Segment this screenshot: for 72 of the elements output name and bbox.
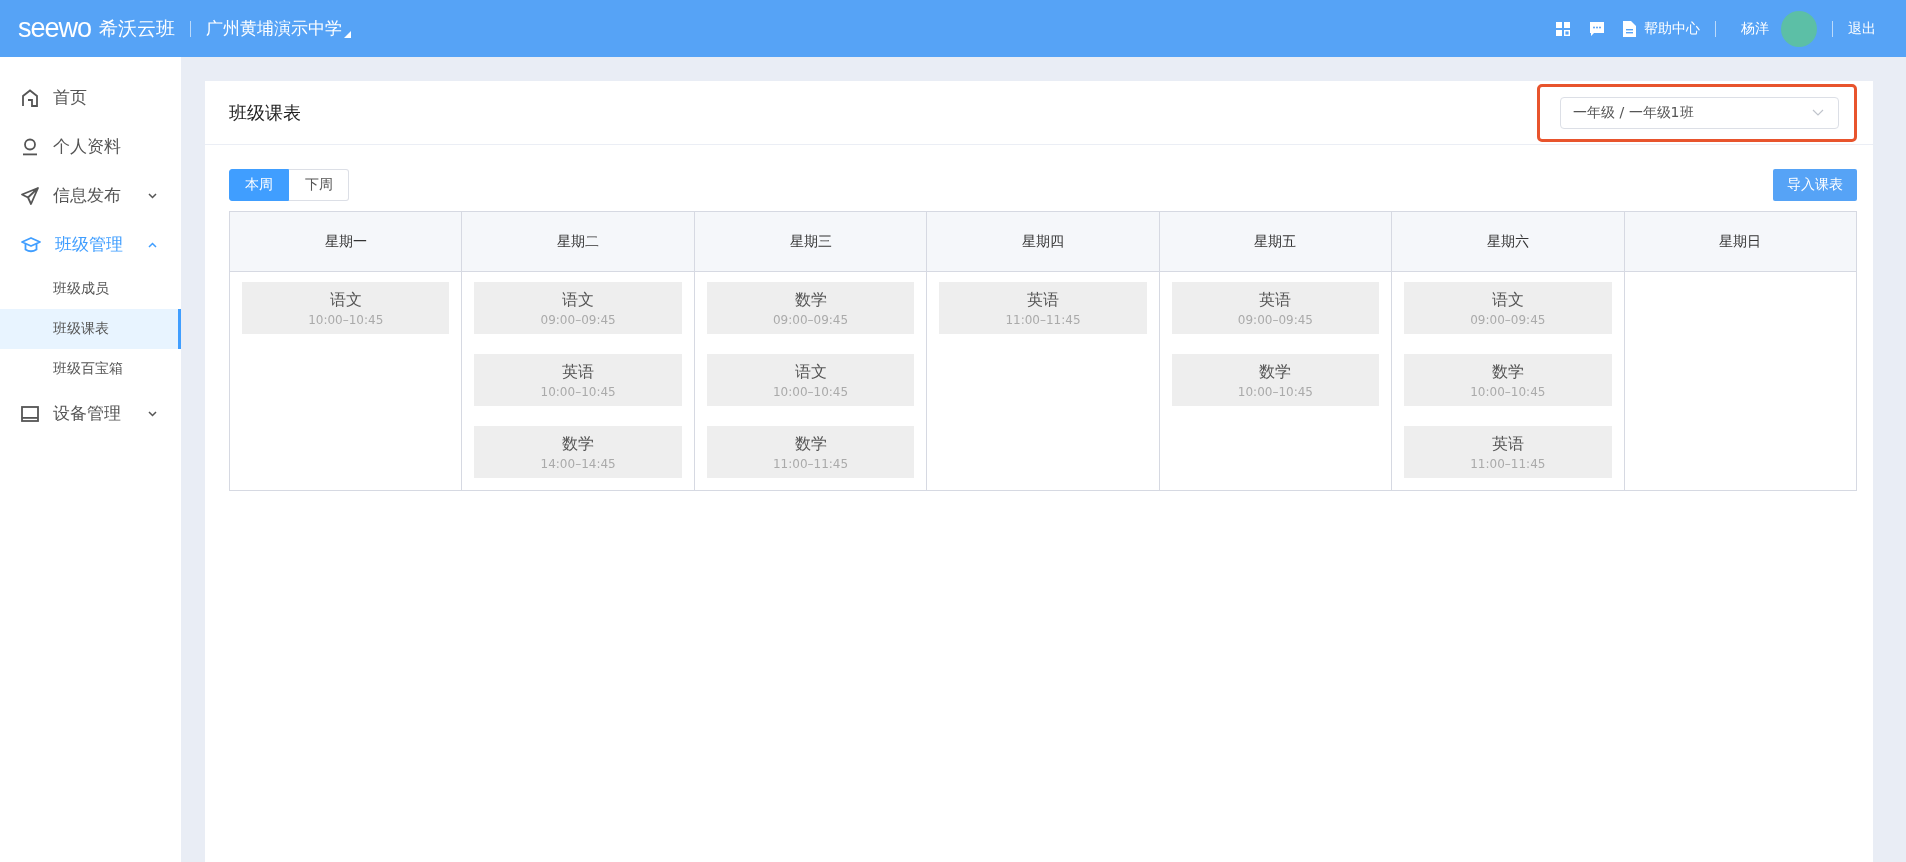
user-icon xyxy=(21,137,39,156)
sidebar-item[interactable]: 设备管理 xyxy=(0,389,181,438)
lesson-subject: 语文 xyxy=(329,289,362,311)
sidebar-subitem[interactable]: 班级课表 xyxy=(0,309,181,349)
lesson-subject: 语文 xyxy=(794,361,827,383)
lesson-time: 10:00–10:45 xyxy=(1237,384,1313,399)
brand-logo: seewo xyxy=(18,13,92,44)
lesson-time: 10:00–10:45 xyxy=(308,312,384,327)
day-header: 星期五 xyxy=(1159,212,1392,272)
lesson-card[interactable]: 数学 09:00–09:45 xyxy=(706,282,915,334)
week-tab[interactable]: 下周 xyxy=(289,169,349,201)
lesson-subject: 数学 xyxy=(794,433,827,455)
lesson-time: 09:00–09:45 xyxy=(540,312,616,327)
brand-name: 希沃云班 xyxy=(99,15,176,41)
home-icon xyxy=(21,88,39,107)
lesson-time: 10:00–10:45 xyxy=(1470,384,1546,399)
lesson-card[interactable]: 英语 11:00–11:45 xyxy=(939,282,1147,334)
lesson-subject: 语文 xyxy=(562,289,595,311)
lesson-subject: 数学 xyxy=(1259,361,1292,383)
lesson-time: 11:00–11:45 xyxy=(772,456,849,471)
chevron-icon xyxy=(148,192,157,199)
lesson-card[interactable]: 数学 10:00–10:45 xyxy=(1404,354,1612,406)
lesson-time: 11:00–11:45 xyxy=(1005,312,1081,327)
lesson-time: 09:00–09:45 xyxy=(1237,312,1313,327)
lesson-card[interactable]: 语文 10:00–10:45 xyxy=(242,282,450,334)
lesson-subject: 英语 xyxy=(1259,289,1292,311)
sidebar-item[interactable]: 个人资料 xyxy=(0,122,181,171)
lesson-time: 10:00–10:45 xyxy=(540,384,616,399)
grid-icon[interactable] xyxy=(1555,20,1571,37)
sidebar-subitem[interactable]: 班级百宝箱 xyxy=(0,349,181,389)
lesson-subject: 数学 xyxy=(1491,361,1524,383)
lesson-subject: 数学 xyxy=(794,289,827,311)
monitor-icon xyxy=(21,405,39,422)
lesson-time: 09:00–09:45 xyxy=(772,312,849,327)
chevron-icon xyxy=(148,410,157,417)
lesson-card[interactable]: 英语 10:00–10:45 xyxy=(474,354,682,406)
day-header: 星期六 xyxy=(1392,212,1624,272)
lesson-card[interactable]: 数学 11:00–11:45 xyxy=(706,426,915,478)
lesson-subject: 英语 xyxy=(562,361,595,383)
lesson-card[interactable]: 语文 09:00–09:45 xyxy=(1404,282,1612,334)
lesson-card[interactable]: 语文 10:00–10:45 xyxy=(706,354,915,406)
message-icon[interactable] xyxy=(1589,20,1605,37)
lesson-card[interactable]: 语文 09:00–09:45 xyxy=(474,282,682,334)
sidebar-item[interactable]: 首页 xyxy=(0,73,181,122)
lesson-time: 09:00–09:45 xyxy=(1470,312,1546,327)
dropdown-caret-icon[interactable] xyxy=(344,31,352,38)
lesson-card[interactable]: 数学 14:00–14:45 xyxy=(474,426,682,478)
lesson-subject: 英语 xyxy=(1491,433,1524,455)
chevron-icon xyxy=(1812,109,1824,116)
lesson-time: 10:00–10:45 xyxy=(772,384,849,399)
day-header: 星期一 xyxy=(230,212,462,272)
sidebar-subitem[interactable]: 班级成员 xyxy=(0,269,181,309)
lesson-subject: 语文 xyxy=(1491,289,1524,311)
page-title: 班级课表 xyxy=(229,100,301,125)
paper-plane-icon xyxy=(21,186,39,205)
lesson-card[interactable]: 英语 09:00–09:45 xyxy=(1171,282,1380,334)
day-header: 星期三 xyxy=(694,212,927,272)
lesson-time: 14:00–14:45 xyxy=(540,456,616,471)
chevron-icon xyxy=(148,241,157,248)
lesson-time: 11:00–11:45 xyxy=(1470,456,1546,471)
day-header: 星期四 xyxy=(927,212,1159,272)
document-icon[interactable] xyxy=(1623,20,1636,37)
lesson-card[interactable]: 英语 11:00–11:45 xyxy=(1404,426,1612,478)
user-name: 杨洋 xyxy=(1741,19,1769,38)
day-header: 星期二 xyxy=(462,212,694,272)
class-select[interactable]: 一年级 / 一年级1班 xyxy=(1560,96,1839,129)
day-header: 星期日 xyxy=(1624,212,1856,272)
lesson-card[interactable]: 数学 10:00–10:45 xyxy=(1171,354,1380,406)
lesson-subject: 数学 xyxy=(562,433,595,455)
sidebar-item[interactable]: 信息发布 xyxy=(0,171,181,220)
lesson-subject: 英语 xyxy=(1026,289,1059,311)
graduation-cap-icon xyxy=(21,235,41,254)
